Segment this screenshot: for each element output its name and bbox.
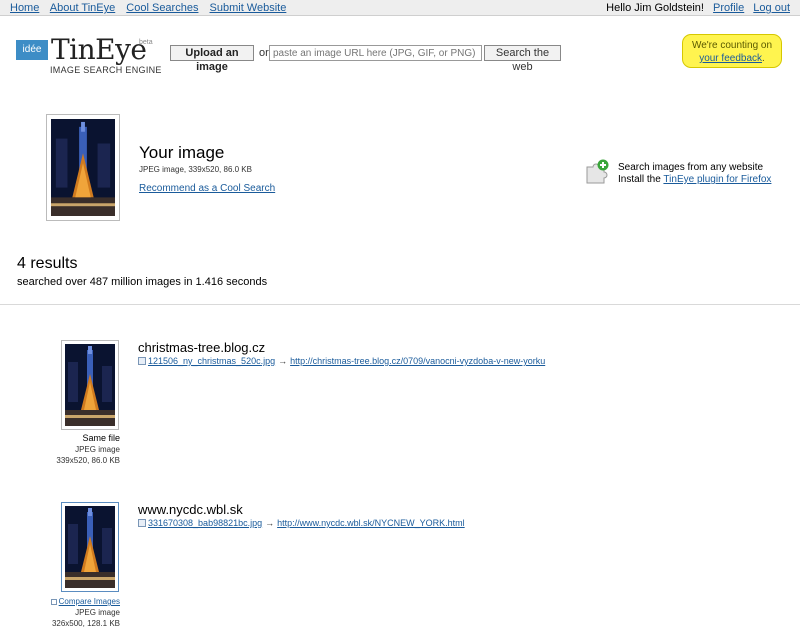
top-nav-bar: Home About TinEye Cool Searches Submit W… bbox=[0, 0, 800, 16]
plugin-install-line: Install the TinEye plugin for Firefox bbox=[618, 174, 771, 185]
plugin-install-prefix: Install the bbox=[618, 174, 661, 185]
result-domain[interactable]: www.nycdc.wbl.sk bbox=[138, 502, 243, 517]
plugin-promo-text: Search images from any website bbox=[618, 162, 764, 173]
upload-image-button[interactable]: Upload an image bbox=[170, 45, 254, 73]
result-links: 121506_ny_christmas_520c.jpg → http://chri… bbox=[138, 356, 545, 366]
feedback-callout: We're counting on your feedback. bbox=[682, 34, 782, 68]
your-image-heading: Your image bbox=[139, 143, 225, 162]
idee-logo-box[interactable]: idée bbox=[16, 40, 48, 60]
user-greeting: Hello Jim Goldstein! bbox=[606, 2, 704, 14]
tineye-logo-wordmark[interactable]: TinEye bbox=[51, 33, 147, 66]
compare-images-row: Compare Images bbox=[20, 596, 120, 607]
feedback-link[interactable]: your feedback bbox=[699, 53, 762, 64]
arrow-separator: → bbox=[278, 356, 288, 366]
compare-images-link[interactable]: Compare Images bbox=[59, 597, 120, 606]
feedback-link-line: your feedback. bbox=[683, 52, 781, 65]
image-file-icon bbox=[138, 357, 146, 365]
result-dimensions: 339x520, 86.0 KB bbox=[56, 456, 120, 465]
result-meta: Same file JPEG image 339x520, 86.0 KB bbox=[20, 433, 120, 466]
results-count: 4 results bbox=[17, 255, 78, 272]
nav-submit-website-link[interactable]: Submit Website bbox=[210, 2, 287, 14]
top-nav-links: Home About TinEye Cool Searches Submit W… bbox=[10, 2, 294, 14]
feedback-text: We're counting on bbox=[691, 40, 773, 51]
results-divider bbox=[0, 304, 800, 305]
results-search-stats: searched over 487 million images in 1.41… bbox=[17, 276, 268, 288]
search-web-button[interactable]: Search the web bbox=[484, 45, 561, 73]
nav-home-link[interactable]: Home bbox=[10, 2, 39, 14]
firefox-plugin-link[interactable]: TinEye plugin for Firefox bbox=[663, 174, 771, 185]
result-page-link[interactable]: http://www.nycdc.wbl.sk/NYCNEW_YORK.html bbox=[277, 518, 465, 528]
feedback-period: . bbox=[762, 53, 765, 64]
result-thumbnail[interactable] bbox=[61, 340, 119, 430]
result-type: JPEG image bbox=[75, 608, 120, 617]
your-image-meta: JPEG image, 339x520, 86.0 KB bbox=[139, 165, 252, 174]
beta-label: beta bbox=[139, 39, 153, 46]
image-file-icon bbox=[138, 519, 146, 527]
nav-cool-searches-link[interactable]: Cool Searches bbox=[126, 2, 198, 14]
result-dimensions: 326x500, 128.1 KB bbox=[51, 619, 120, 628]
rockefeller-tree-photo bbox=[51, 119, 115, 216]
query-image-thumbnail bbox=[46, 114, 120, 221]
result-page-link[interactable]: http://christmas-tree.blog.cz/0709/vanoc… bbox=[290, 356, 545, 366]
or-separator: or bbox=[259, 47, 269, 59]
profile-link[interactable]: Profile bbox=[713, 2, 744, 14]
arrow-separator: → bbox=[265, 518, 275, 528]
result-domain[interactable]: christmas-tree.blog.cz bbox=[138, 340, 265, 355]
result-thumbnail[interactable] bbox=[61, 502, 119, 592]
nav-about-link[interactable]: About TinEye bbox=[50, 2, 115, 14]
result-photo bbox=[65, 344, 115, 426]
result-links: 331670308_bab98821bc.jpg → http://www.nycd… bbox=[138, 518, 465, 528]
same-file-label: Same file bbox=[82, 433, 120, 443]
result-meta: Compare Images JPEG image 326x500, 128.1… bbox=[20, 596, 120, 629]
puzzle-plus-icon bbox=[586, 159, 609, 184]
logo-tagline: IMAGE SEARCH ENGINE bbox=[50, 65, 162, 75]
account-links: Hello Jim Goldstein! Profile Log out bbox=[600, 2, 790, 14]
compare-icon bbox=[50, 599, 57, 605]
result-file-link[interactable]: 331670308_bab98821bc.jpg bbox=[148, 518, 262, 528]
recommend-cool-search-link[interactable]: Recommend as a Cool Search bbox=[139, 183, 275, 194]
result-file-link[interactable]: 121506_ny_christmas_520c.jpg bbox=[148, 356, 275, 366]
result-photo bbox=[65, 506, 115, 588]
result-type: JPEG image bbox=[75, 445, 120, 454]
logout-link[interactable]: Log out bbox=[753, 2, 790, 14]
image-url-input[interactable] bbox=[269, 45, 482, 61]
